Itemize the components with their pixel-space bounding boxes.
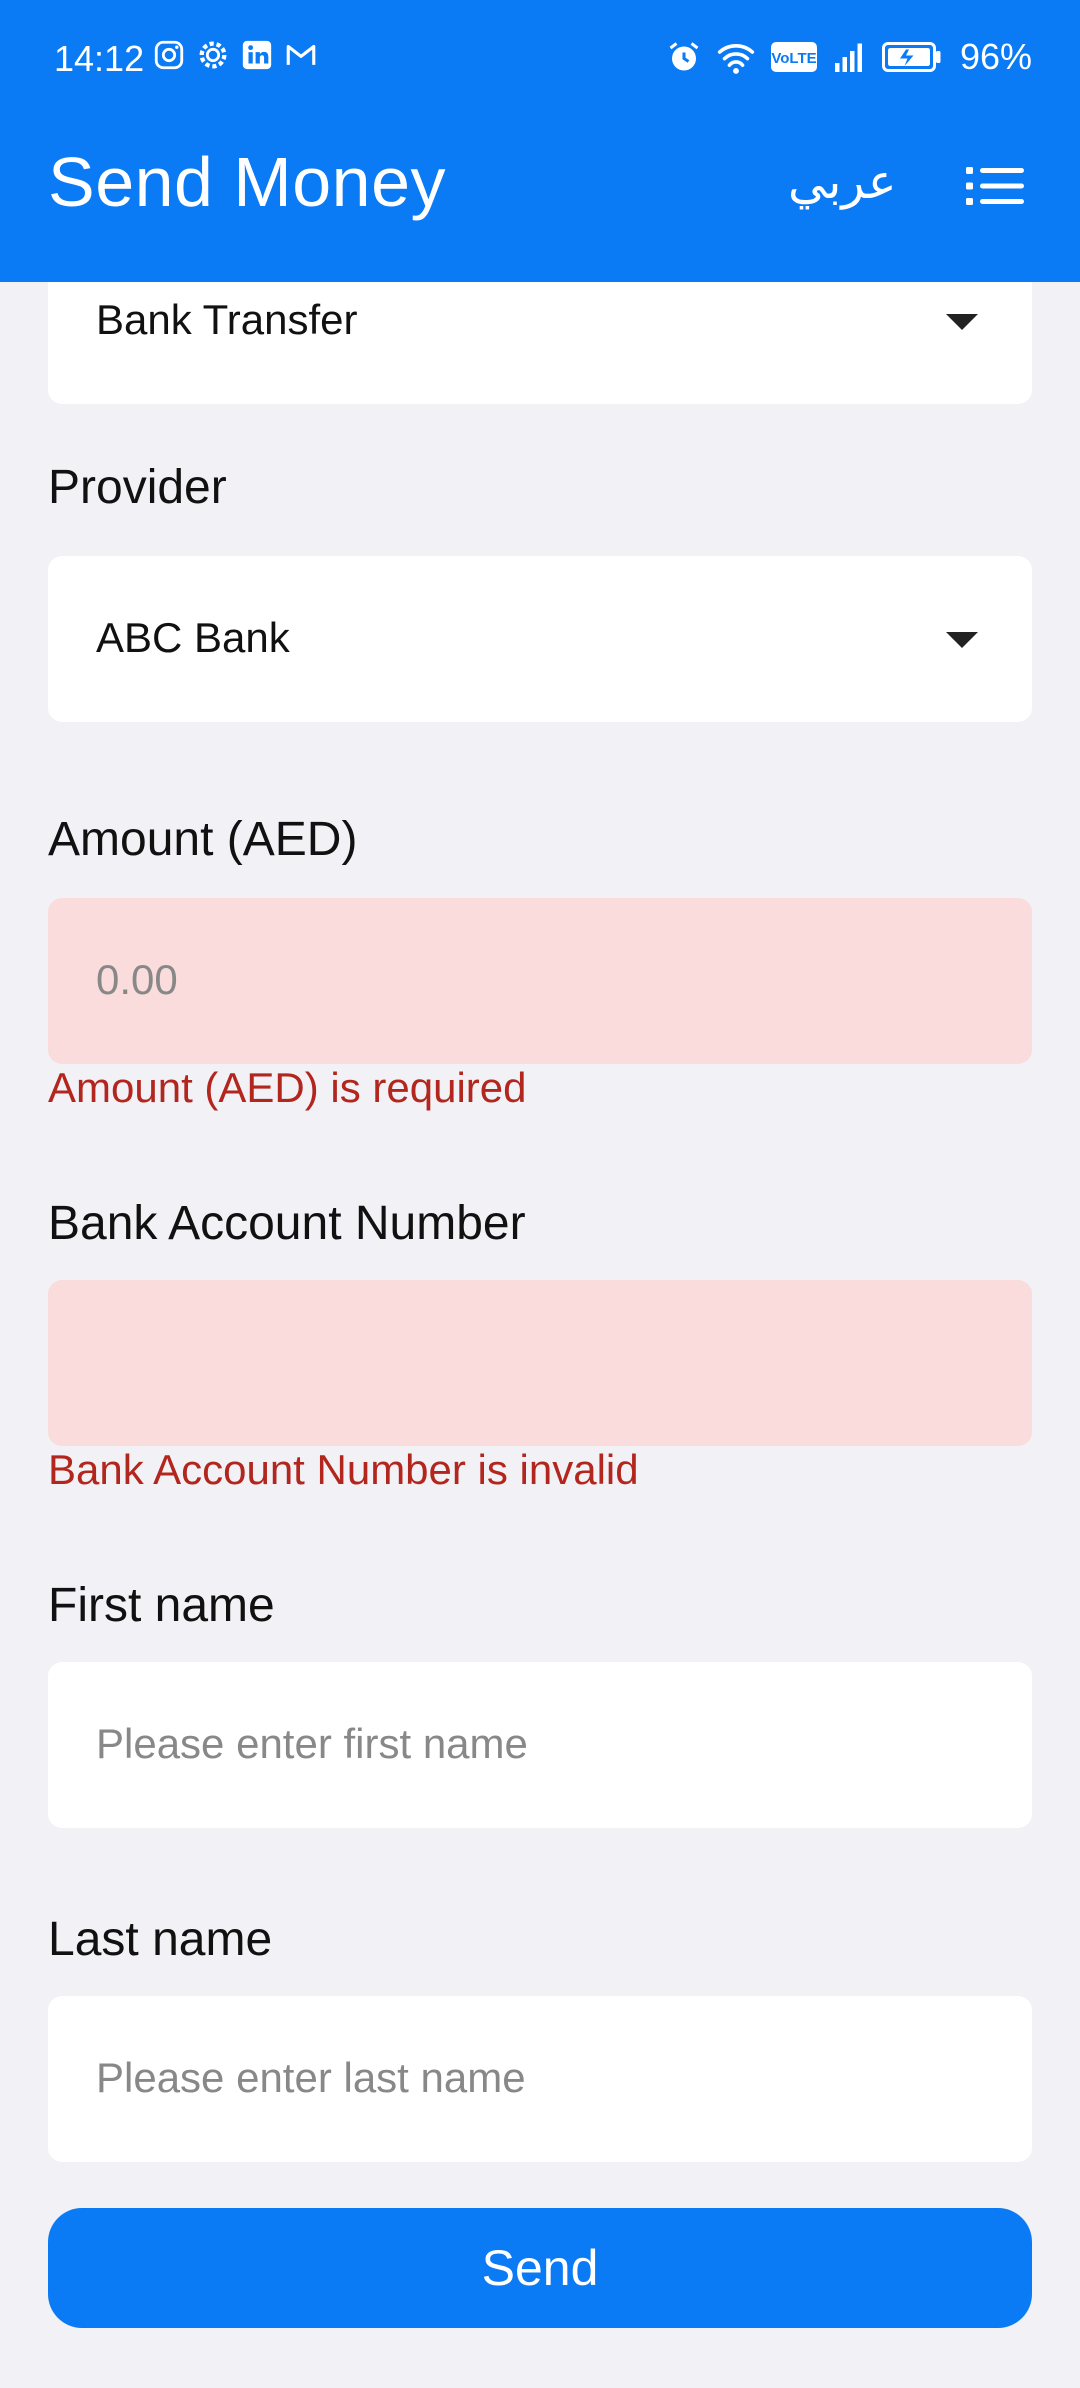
signal-icon bbox=[834, 43, 862, 72]
battery-percent: 96% bbox=[959, 36, 1032, 77]
battery-icon bbox=[881, 42, 941, 72]
transfer-type-value: Bank Transfer bbox=[96, 296, 358, 343]
bank-account-label: Bank Account Number bbox=[48, 1197, 526, 1250]
provider-label: Provider bbox=[48, 461, 227, 514]
status-bar: 14:12 VoLTE 96% bbox=[0, 0, 1080, 120]
last-name-placeholder: Please enter last name bbox=[96, 2054, 526, 2101]
bank-account-error: Bank Account Number is invalid bbox=[48, 1446, 639, 1493]
volte-icon: VoLTE bbox=[770, 42, 817, 72]
amount-error: Amount (AED) is required bbox=[48, 1064, 527, 1111]
svg-text:VoLTE: VoLTE bbox=[771, 50, 816, 67]
alarm-icon bbox=[669, 42, 699, 71]
system-icons: VoLTE 96% bbox=[666, 36, 1032, 78]
wifi-icon bbox=[717, 44, 755, 74]
gmail-icon bbox=[286, 44, 316, 65]
language-toggle[interactable]: عربي bbox=[788, 154, 897, 210]
chevron-down-icon bbox=[946, 314, 978, 330]
amount-label: Amount (AED) bbox=[48, 813, 358, 866]
bank-account-input[interactable] bbox=[48, 1280, 1032, 1446]
last-name-label: Last name bbox=[48, 1913, 273, 1966]
last-name-input[interactable]: Please enter last name bbox=[48, 1996, 1032, 2162]
list-menu-icon[interactable] bbox=[966, 166, 1024, 206]
first-name-input[interactable]: Please enter first name bbox=[48, 1662, 1032, 1828]
first-name-label: First name bbox=[48, 1579, 275, 1632]
instagram-icon bbox=[154, 40, 184, 70]
settings-gear-icon bbox=[199, 41, 227, 69]
status-time: 14:12 bbox=[54, 38, 145, 79]
first-name-placeholder: Please enter first name bbox=[96, 1720, 528, 1767]
amount-placeholder: 0.00 bbox=[96, 956, 178, 1003]
linkedin-icon bbox=[242, 40, 272, 70]
amount-input[interactable]: 0.00 bbox=[48, 898, 1032, 1064]
app-bar: 14:12 VoLTE 96% Send Money عربي bbox=[0, 0, 1080, 282]
provider-value: ABC Bank bbox=[96, 614, 290, 661]
page-title: Send Money bbox=[48, 143, 447, 221]
notification-icons bbox=[152, 38, 318, 72]
provider-select[interactable]: ABC Bank bbox=[48, 556, 1032, 722]
send-button[interactable]: Send bbox=[48, 2208, 1032, 2328]
transfer-type-select[interactable]: Bank Transfer bbox=[48, 282, 1032, 404]
chevron-down-icon bbox=[946, 632, 978, 648]
